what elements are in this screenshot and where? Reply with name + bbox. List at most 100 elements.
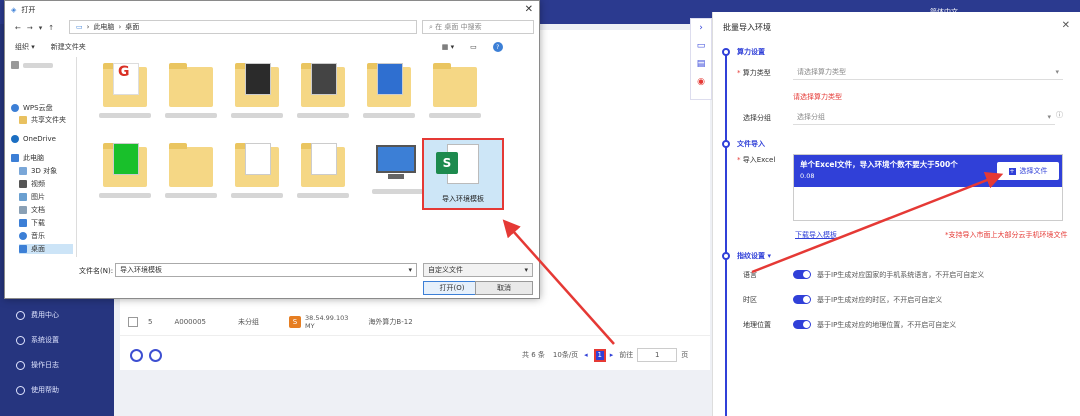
- folder-item[interactable]: [161, 143, 221, 213]
- search-input[interactable]: ⌕ 在 桌面 中搜索: [422, 20, 534, 34]
- this-pc-shortcut[interactable]: [368, 141, 424, 201]
- language-toggle[interactable]: [793, 270, 811, 279]
- nav-item-docs[interactable]: 文档: [19, 205, 45, 215]
- file-name: 导入环境模板: [442, 195, 484, 203]
- nav-item-onedrive[interactable]: OneDrive: [11, 135, 56, 143]
- folder-icon: [169, 143, 213, 187]
- close-icon[interactable]: ✕: [525, 4, 533, 15]
- nav-item-shared[interactable]: 共享文件夹: [19, 115, 66, 125]
- language-desc: 基于IP生成对应国家的手机系统语言，不开启可自定义: [817, 271, 985, 279]
- computer-icon: [11, 154, 19, 162]
- filename-label: 文件名(N):: [79, 267, 114, 275]
- choose-file-button[interactable]: + 选择文件: [997, 162, 1059, 180]
- open-button[interactable]: 打开(O): [423, 281, 481, 295]
- back-icon[interactable]: ←: [15, 24, 21, 32]
- chevron-down-icon: ▾: [767, 252, 771, 260]
- folder-item[interactable]: [227, 143, 287, 213]
- folder-item[interactable]: [359, 63, 419, 133]
- timezone-toggle[interactable]: [793, 295, 811, 304]
- nav-item-thispc[interactable]: 此电脑: [11, 153, 44, 163]
- excel-label: * 导入Excel: [737, 156, 776, 164]
- folder-icon: [19, 116, 27, 124]
- download-template-link[interactable]: 下载导入模板: [795, 230, 837, 240]
- nav-item-downloads[interactable]: 下载: [19, 218, 45, 228]
- chevron-right-icon[interactable]: ›: [699, 23, 703, 33]
- chevron-down-icon[interactable]: ▾: [408, 266, 412, 274]
- page-size-select[interactable]: 10条/页: [553, 350, 578, 360]
- nav-item-drive[interactable]: [11, 61, 53, 69]
- monitor-icon[interactable]: ▭: [697, 41, 706, 51]
- upload-area[interactable]: 单个Excel文件，导入环境个数不要大于500个 0.08 + 选择文件: [793, 154, 1063, 221]
- sidebar-item-logs[interactable]: 操作日志: [16, 360, 59, 370]
- help-icon[interactable]: ?: [492, 42, 503, 52]
- timezone-label: 时区: [743, 296, 757, 304]
- section-file: 文件导入: [737, 140, 765, 148]
- drive-icon: [11, 61, 19, 69]
- nav-item-desktop[interactable]: 桌面: [19, 244, 73, 254]
- cancel-button[interactable]: 取消: [475, 281, 533, 295]
- new-folder-button[interactable]: 新建文件夹: [51, 42, 86, 52]
- power-type-error: 请选择算力类型: [793, 93, 842, 101]
- sidebar-item-help[interactable]: 使用帮助: [16, 385, 59, 395]
- dialog-titlebar: ◈ 打开: [11, 6, 36, 14]
- excel-file-item[interactable]: S 导入环境模板: [422, 138, 504, 210]
- chevron-down-icon[interactable]: ▾: [39, 24, 43, 32]
- prev-page-icon[interactable]: ◂: [584, 351, 588, 359]
- panel-title: 批量导入环境: [723, 23, 771, 32]
- folder-item[interactable]: [293, 143, 353, 213]
- power-type-select[interactable]: 请选择算力类型 ▾: [793, 64, 1063, 80]
- action-icon[interactable]: [130, 348, 143, 362]
- folder-item[interactable]: [293, 63, 353, 133]
- goto-page-input[interactable]: 1: [637, 348, 678, 362]
- folder-item[interactable]: G: [95, 63, 155, 133]
- dialog-nav-pane: WPS云盘 共享文件夹 OneDrive 此电脑 3D 对象 视频 图片 文档 …: [5, 57, 77, 257]
- next-page-icon[interactable]: ▸: [610, 351, 614, 359]
- message-icon[interactable]: ▤: [697, 59, 706, 69]
- geo-label: 地理位置: [743, 321, 771, 329]
- language-label: 语言: [743, 271, 757, 279]
- sidebar-item-billing[interactable]: 费用中心: [16, 310, 59, 320]
- group-select[interactable]: 选择分组 ▾: [793, 109, 1055, 125]
- timezone-desc: 基于IP生成对应的时区，不开启可自定义: [817, 296, 943, 304]
- support-note: *支持导入市面上大部分云手机环境文件: [945, 231, 1068, 239]
- document-icon: [19, 206, 27, 214]
- nav-item-wps[interactable]: WPS云盘: [11, 103, 53, 113]
- nav-item-videos[interactable]: 视频: [19, 179, 45, 189]
- view-icon[interactable]: ▦ ▾: [442, 43, 454, 51]
- file-open-dialog: ◈ 打开 ✕ ← → ▾ ↑ ▭ › 此电脑 › 桌面 ⌕ 在 桌面 中搜索 组…: [4, 0, 540, 299]
- chevron-down-icon: ▾: [524, 266, 528, 274]
- timeline: [725, 52, 727, 416]
- action-icon-2[interactable]: [149, 348, 162, 362]
- info-icon[interactable]: ⓘ: [1056, 110, 1063, 120]
- desktop-icon: [19, 245, 27, 253]
- nav-item-pictures[interactable]: 图片: [19, 192, 45, 202]
- page-button[interactable]: 1: [593, 348, 606, 362]
- folder-item[interactable]: [227, 63, 287, 133]
- preview-pane-icon[interactable]: ▭: [470, 43, 477, 51]
- folder-item[interactable]: [161, 63, 221, 133]
- filetype-select[interactable]: 自定义文件 ▾: [423, 263, 533, 277]
- folder-item[interactable]: [425, 63, 485, 133]
- app-icon: ◈: [11, 6, 17, 14]
- timeline-dot: [722, 252, 730, 260]
- cloud-icon: [11, 104, 19, 112]
- timeline-dot: [722, 48, 730, 56]
- geo-desc: 基于IP生成对应的地理位置，不开启可自定义: [817, 321, 957, 329]
- up-icon[interactable]: ↑: [48, 24, 54, 32]
- geo-toggle[interactable]: [793, 320, 811, 329]
- timeline-dot: [722, 140, 730, 148]
- nav-item-3d[interactable]: 3D 对象: [19, 166, 57, 176]
- folder-item[interactable]: [95, 143, 155, 213]
- address-bar[interactable]: ▭ › 此电脑 › 桌面: [69, 20, 417, 34]
- settings-icon: [16, 335, 25, 345]
- table-row[interactable]: 5 A000005 未分组 S 38.54.99.103 MY 海外算力B-12: [120, 308, 710, 336]
- row-checkbox[interactable]: [128, 316, 138, 327]
- nav-item-music[interactable]: 音乐: [19, 231, 45, 241]
- sidebar-item-settings[interactable]: 系统设置: [16, 335, 59, 345]
- organize-button[interactable]: 组织 ▾: [15, 42, 35, 52]
- filename-input[interactable]: 导入环境模板 ▾: [115, 263, 417, 277]
- import-panel: 批量导入环境 ✕ 算力设置 * 算力类型 请选择算力类型 ▾ 请选择算力类型 选择…: [712, 12, 1080, 416]
- record-icon[interactable]: ◉: [697, 77, 705, 87]
- forward-icon[interactable]: →: [27, 24, 33, 32]
- close-icon[interactable]: ✕: [1062, 20, 1070, 31]
